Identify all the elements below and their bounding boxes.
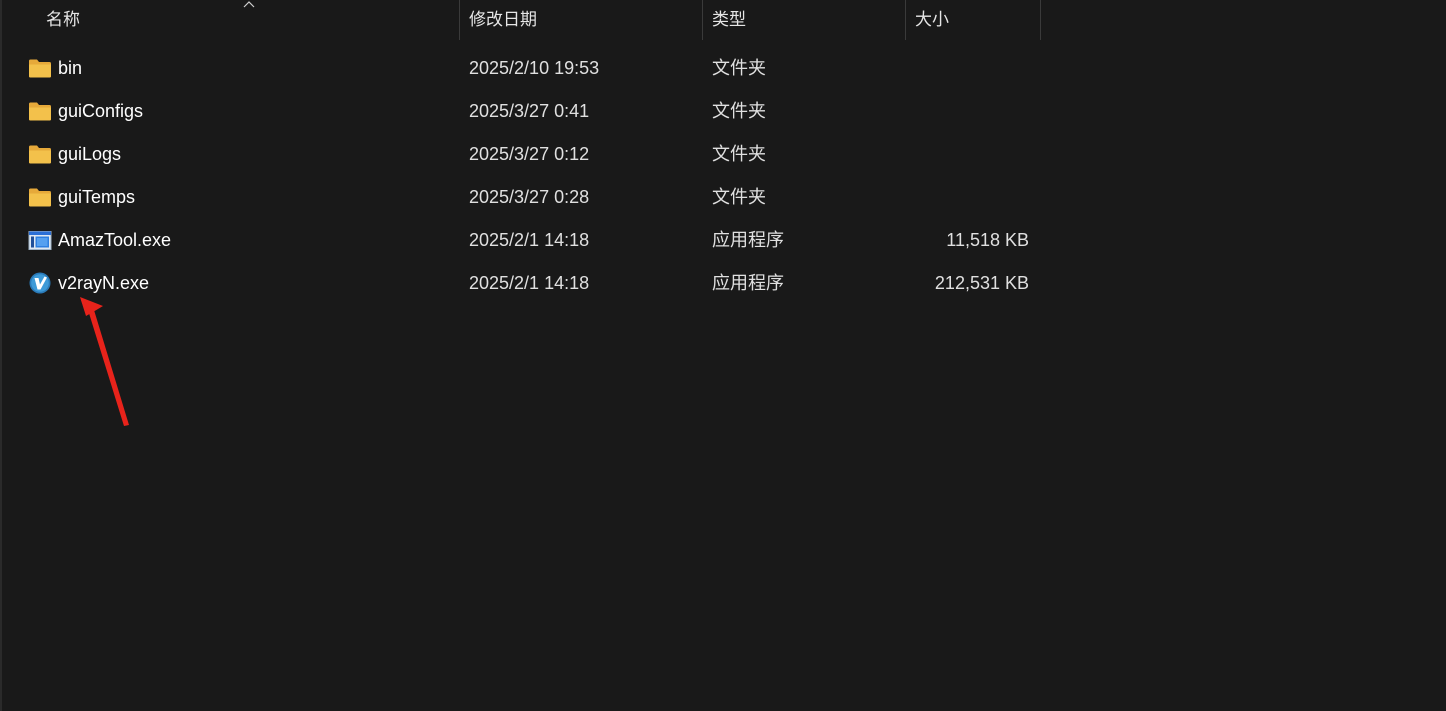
file-row-bin[interactable]: bin 2025/2/10 19:53 文件夹	[0, 47, 1446, 90]
file-type: 文件夹	[712, 58, 766, 78]
file-size	[860, 176, 1029, 219]
file-type: 文件夹	[712, 101, 766, 121]
file-size	[860, 133, 1029, 176]
folder-icon	[29, 59, 51, 78]
file-type: 应用程序	[712, 230, 784, 250]
column-header-type[interactable]: 类型	[712, 0, 904, 40]
v2rayn-logo-icon	[29, 272, 51, 294]
file-row-v2rayn[interactable]: v2rayN.exe 2025/2/1 14:18 应用程序 212,531 K…	[0, 262, 1446, 305]
file-name: guiLogs	[58, 144, 122, 164]
file-size: 11,518 KB	[946, 230, 1029, 250]
column-divider[interactable]	[905, 0, 906, 40]
file-name: AmazTool.exe	[58, 230, 172, 250]
file-type: 文件夹	[712, 144, 766, 164]
file-list: bin 2025/2/10 19:53 文件夹 guiConfigs 2025/…	[0, 47, 1446, 305]
file-name: bin	[58, 58, 83, 78]
file-date: 2025/2/1 14:18	[469, 273, 590, 293]
column-divider[interactable]	[702, 0, 703, 40]
file-date: 2025/3/27 0:41	[469, 101, 590, 121]
file-row-amaztool[interactable]: AmazTool.exe 2025/2/1 14:18 应用程序 11,518 …	[0, 219, 1446, 262]
file-row-guiconfigs[interactable]: guiConfigs 2025/3/27 0:41 文件夹	[0, 90, 1446, 133]
file-size	[860, 90, 1029, 133]
column-header-bar: 名称 修改日期 类型 大小	[0, 0, 1446, 40]
file-row-guilogs[interactable]: guiLogs 2025/3/27 0:12 文件夹	[0, 133, 1446, 176]
folder-icon	[29, 102, 51, 121]
sort-ascending-icon	[243, 1, 255, 8]
column-divider[interactable]	[459, 0, 460, 40]
file-row-guitemps[interactable]: guiTemps 2025/3/27 0:28 文件夹	[0, 176, 1446, 219]
file-date: 2025/3/27 0:28	[469, 187, 590, 207]
folder-icon	[29, 145, 51, 164]
file-explorer-view: 名称 修改日期 类型 大小 bin 2025/2/10 19:53 文件夹 gu…	[0, 0, 1446, 711]
file-size	[860, 47, 1029, 90]
file-size: 212,531 KB	[934, 273, 1029, 293]
file-name: guiConfigs	[58, 101, 144, 121]
file-date: 2025/2/1 14:18	[469, 230, 590, 250]
column-header-date[interactable]: 修改日期	[469, 0, 701, 40]
file-name: v2rayN.exe	[58, 273, 150, 293]
column-divider[interactable]	[1040, 0, 1041, 40]
file-date: 2025/3/27 0:12	[469, 144, 590, 164]
file-name: guiTemps	[58, 187, 136, 207]
file-date: 2025/2/10 19:53	[469, 58, 600, 78]
application-window-icon	[28, 231, 52, 250]
folder-icon	[29, 188, 51, 207]
column-header-size[interactable]: 大小	[915, 0, 1039, 40]
file-type: 文件夹	[712, 187, 766, 207]
file-type: 应用程序	[712, 273, 784, 293]
